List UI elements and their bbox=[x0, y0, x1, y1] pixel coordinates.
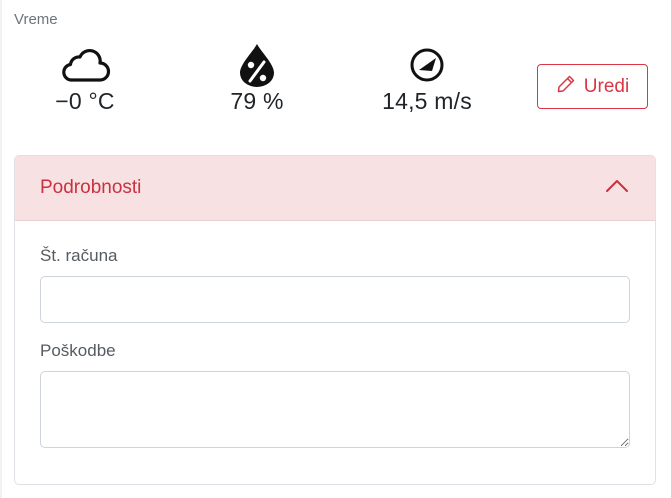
invoice-number-label: Št. računa bbox=[40, 246, 118, 265]
details-panel: Podrobnosti Št. računa Poškodbe bbox=[14, 155, 656, 485]
cloud-icon bbox=[59, 44, 111, 86]
humidity-value: 79 % bbox=[230, 88, 284, 114]
damage-label: Poškodbe bbox=[40, 341, 116, 360]
damage-textarea[interactable] bbox=[40, 371, 630, 448]
details-panel-title: Podrobnosti bbox=[40, 177, 142, 198]
edit-button-label: Uredi bbox=[583, 75, 630, 97]
wind-speed-value: 14,5 m/s bbox=[382, 88, 472, 114]
left-divider bbox=[0, 0, 2, 498]
pencil-icon bbox=[556, 74, 576, 100]
humidity-icon bbox=[237, 44, 277, 87]
details-panel-header[interactable]: Podrobnosti bbox=[15, 156, 655, 221]
edit-button[interactable]: Uredi bbox=[537, 64, 648, 109]
temperature-widget: −0 °C bbox=[20, 44, 150, 115]
chevron-up-icon[interactable] bbox=[605, 179, 629, 198]
humidity-widget: 79 % bbox=[192, 44, 322, 115]
invoice-number-input[interactable] bbox=[40, 276, 630, 323]
wind-direction-icon bbox=[408, 44, 446, 86]
temperature-value: −0 °C bbox=[55, 88, 115, 114]
wind-widget: 14,5 m/s bbox=[362, 44, 492, 115]
details-panel-body: Št. računa Poškodbe bbox=[15, 221, 655, 448]
weather-section-label: Vreme bbox=[14, 11, 58, 28]
